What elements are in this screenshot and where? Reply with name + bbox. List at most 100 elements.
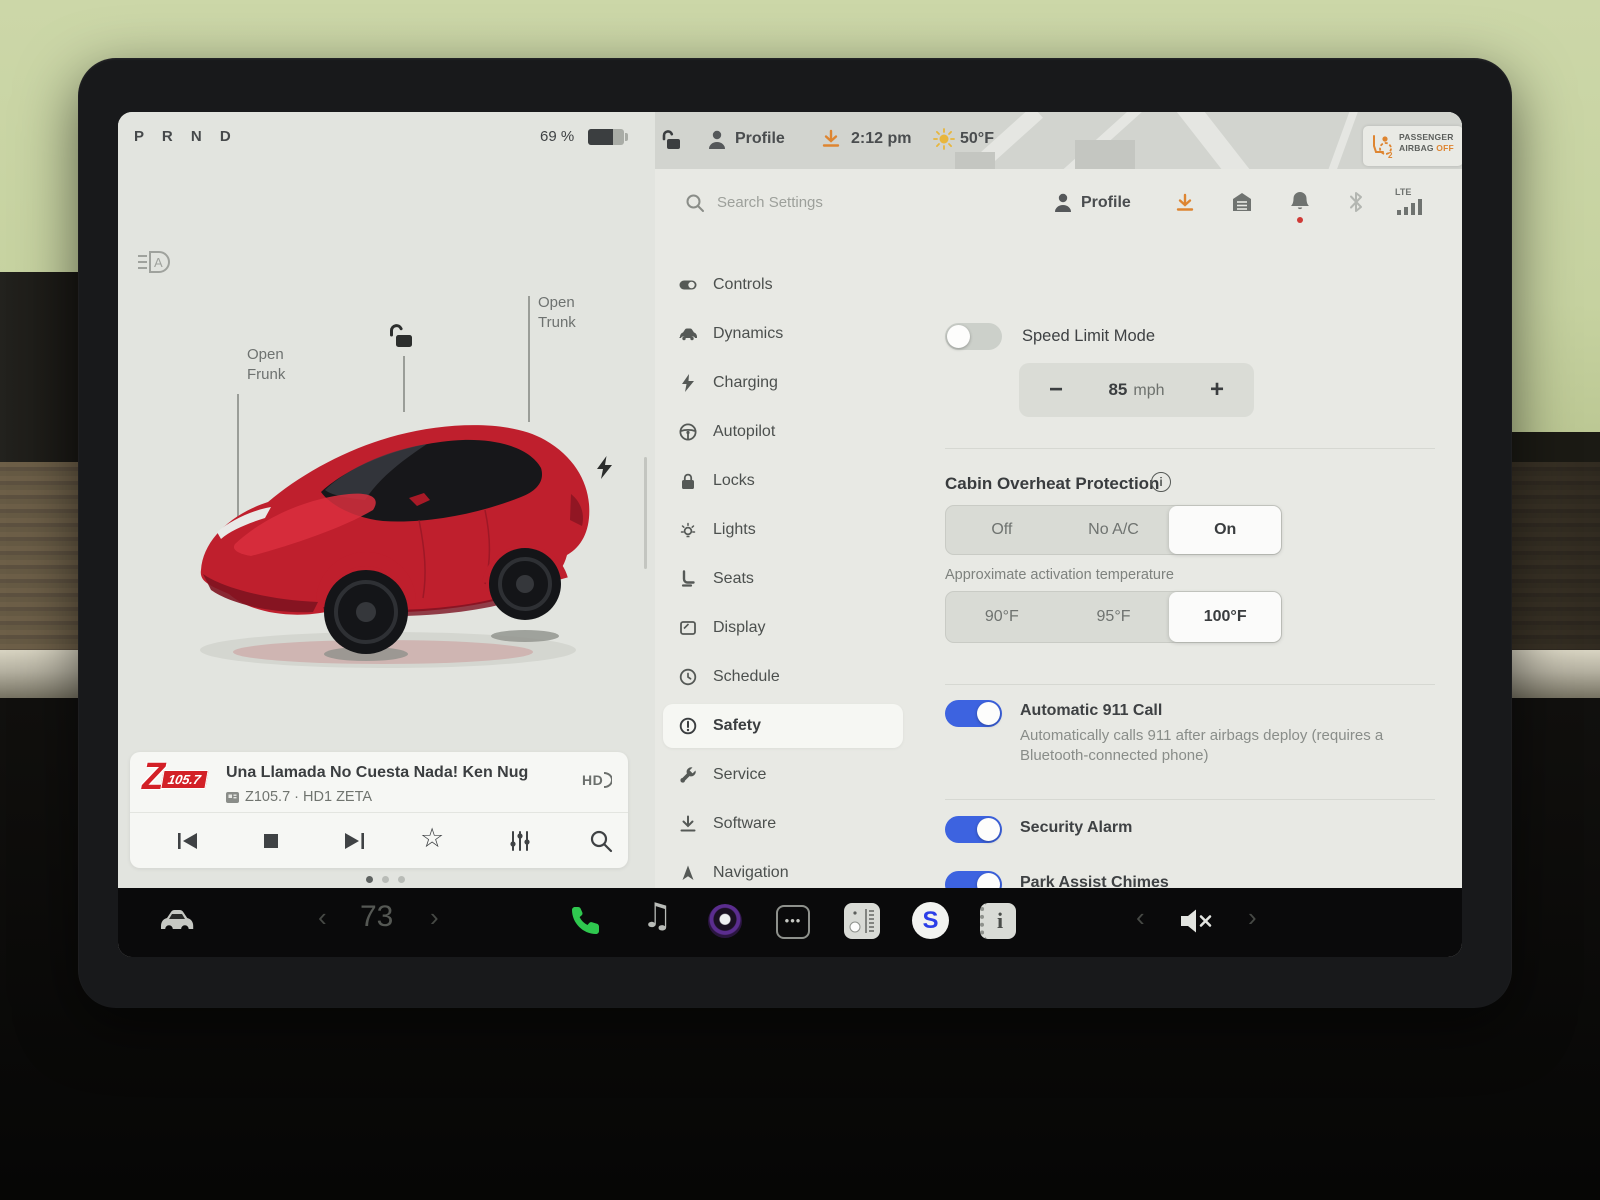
gear-indicator: P R N D	[134, 128, 238, 145]
sidebar-item-lights[interactable]: Lights	[663, 508, 903, 552]
sidebar-item-locks[interactable]: Locks	[663, 459, 903, 503]
temp-option-100[interactable]: 100°F	[1169, 592, 1282, 642]
hd-radio-badge: HD	[582, 772, 614, 788]
cop-option-noac[interactable]: No A/C	[1058, 506, 1170, 554]
speed-limit-value: 85 mph	[1108, 380, 1165, 399]
temp-option-90[interactable]: 90°F	[946, 592, 1058, 642]
steering-wheel-icon	[679, 423, 697, 441]
temp-option-95[interactable]: 95°F	[1058, 592, 1170, 642]
profile-menu[interactable]: Profile	[735, 130, 785, 148]
open-trunk-label[interactable]: Open Trunk	[538, 293, 600, 333]
sidebar-item-charging[interactable]: Charging	[663, 361, 903, 405]
update-download-icon[interactable]	[821, 129, 841, 149]
volume-muted-icon[interactable]	[1180, 908, 1214, 934]
equalizer-button[interactable]	[507, 828, 533, 854]
cabin-temperature[interactable]: 73	[360, 900, 393, 934]
toggle-icon	[679, 280, 697, 290]
auto-911-toggle[interactable]	[945, 700, 1002, 727]
auto-headlight-icon: A	[138, 251, 170, 273]
streaming-s-app-icon[interactable]: S	[912, 902, 949, 939]
decrease-speed-button[interactable]: −	[1041, 376, 1071, 404]
cop-option-off[interactable]: Off	[946, 506, 1058, 554]
airbag-icon: 2	[1373, 135, 1393, 159]
map-strip: Profile 2:12 pm 50°F 2 PASSENGER AIRBAG …	[655, 112, 1462, 169]
vehicle-controls-button[interactable]	[158, 906, 196, 938]
favorite-star-button[interactable]: ☆	[420, 823, 444, 854]
bluetooth-icon[interactable]	[1347, 191, 1365, 213]
clock: 2:12 pm	[851, 130, 912, 147]
svg-text:2: 2	[1388, 151, 1393, 159]
unlocked-icon[interactable]	[388, 322, 416, 350]
lock-icon	[682, 473, 694, 489]
phone-app-icon[interactable]	[568, 904, 602, 938]
safety-alert-icon	[679, 717, 697, 735]
passenger-airbag-badge: 2 PASSENGER AIRBAG OFF	[1363, 126, 1462, 166]
battery-percent: 69 %	[540, 128, 575, 145]
cop-option-on[interactable]: On	[1169, 506, 1282, 554]
settings-sheet: Profile LT	[655, 169, 1462, 888]
dashboard-photo: { "colors": { "accent_blue": "#3d63e0", …	[0, 0, 1600, 1200]
sidebar-item-seats[interactable]: Seats	[663, 557, 903, 601]
sidebar-item-schedule[interactable]: Schedule	[663, 655, 903, 699]
sidebar-item-navigation[interactable]: Navigation	[663, 851, 903, 888]
park-assist-chimes-toggle[interactable]	[945, 871, 1002, 888]
sidebar-item-safety[interactable]: Safety	[663, 704, 903, 748]
notifications-bell-icon[interactable]	[1289, 190, 1311, 214]
temp-increase-button[interactable]: ›	[430, 902, 439, 933]
sidebar-item-display[interactable]: Display	[663, 606, 903, 650]
light-icon	[680, 522, 696, 538]
download-icon	[680, 815, 696, 832]
wrench-icon	[680, 767, 696, 783]
outside-temperature: 50°F	[960, 130, 994, 147]
profile-icon	[1055, 193, 1071, 212]
temp-decrease-button[interactable]: ‹	[318, 902, 327, 933]
speed-limit-label: Speed Limit Mode	[1022, 327, 1155, 345]
speed-limit-toggle[interactable]	[945, 323, 1002, 350]
profile-icon	[709, 130, 725, 149]
media-search-button[interactable]	[588, 828, 614, 854]
speed-limit-stepper: − 85 mph +	[1019, 363, 1254, 417]
panel-page-dots[interactable]	[366, 876, 405, 883]
release-notes-icon[interactable]	[1231, 191, 1253, 213]
radio-tuner-app-icon[interactable]	[844, 903, 880, 939]
battery-icon	[588, 129, 624, 145]
search-input[interactable]	[715, 193, 919, 212]
previous-track-button[interactable]	[175, 828, 201, 854]
sidebar-item-software[interactable]: Software	[663, 802, 903, 846]
settings-panel: Profile 2:12 pm 50°F 2 PASSENGER AIRBAG …	[655, 112, 1462, 888]
auto-911-label: Automatic 911 Call	[1020, 702, 1163, 719]
software-update-icon[interactable]	[1175, 193, 1195, 213]
next-track-button[interactable]	[341, 828, 367, 854]
left-panel-scrollbar[interactable]	[644, 457, 647, 569]
touchscreen: P R N D 69 % A Open Frunk Open Trunk Z 1…	[118, 112, 1462, 957]
increase-speed-button[interactable]: +	[1202, 376, 1232, 404]
app-dock: ‹ 73 › ♫ ••• S i ‹ ›	[118, 888, 1462, 957]
cabin-overheat-title: Cabin Overheat Protection	[945, 474, 1160, 493]
sidebar-item-controls[interactable]: Controls	[663, 263, 903, 307]
security-alarm-toggle[interactable]	[945, 816, 1002, 843]
sun-icon	[933, 128, 955, 150]
music-app-icon[interactable]: ♫	[642, 896, 672, 936]
stop-button[interactable]	[258, 828, 284, 854]
track-title: Una Llamada No Cuesta Nada! Ken Nug	[226, 764, 529, 781]
open-frunk-label[interactable]: Open Frunk	[247, 345, 309, 385]
volume-down-button[interactable]: ‹	[1136, 902, 1145, 933]
schedule-clock-icon	[679, 668, 697, 686]
sidebar-item-autopilot[interactable]: Autopilot	[663, 410, 903, 454]
car-render[interactable]	[173, 402, 613, 682]
camera-lens-app-icon[interactable]	[708, 904, 742, 938]
media-player-card[interactable]: Z 105.7 Una Llamada No Cuesta Nada! Ken …	[130, 752, 628, 868]
settings-profile-menu[interactable]: Profile	[1081, 194, 1131, 212]
more-apps-icon[interactable]: •••	[776, 905, 810, 939]
auto-911-description: Automatically calls 911 after airbags de…	[1020, 727, 1384, 765]
volume-up-button[interactable]: ›	[1248, 902, 1257, 933]
owners-manual-app-icon[interactable]: i	[980, 903, 1016, 939]
cabin-overheat-options: Off No A/C On	[945, 505, 1282, 555]
notification-dot	[1297, 217, 1303, 223]
airbag-state: OFF	[1436, 143, 1454, 154]
vehicle-unlocked-icon[interactable]	[661, 128, 685, 152]
search-icon	[686, 194, 704, 212]
sidebar-item-dynamics[interactable]: Dynamics	[663, 312, 903, 356]
sidebar-item-service[interactable]: Service	[663, 753, 903, 797]
info-icon[interactable]: i	[1151, 472, 1171, 492]
